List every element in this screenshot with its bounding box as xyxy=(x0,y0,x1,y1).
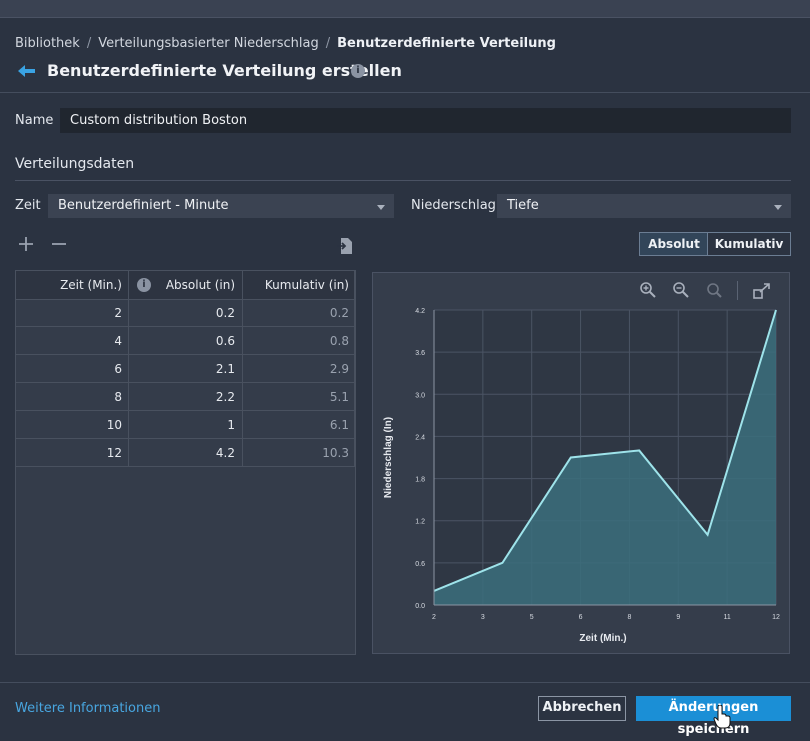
y-tick-label: 1.2 xyxy=(415,519,425,526)
y-tick-label: 0.0 xyxy=(415,603,425,610)
cell-time[interactable]: 8 xyxy=(16,390,122,404)
x-tick-label: 9 xyxy=(676,614,680,621)
toggle-absolut[interactable]: Absolut xyxy=(639,232,708,256)
chart-panel: 0.0 0.6 1.2 1.8 2.4 3.0 3.6 4.2 2 3 5 6 8 9 11 12 Zeit (… xyxy=(372,272,790,654)
precip-label: Niederschlag xyxy=(411,198,496,213)
time-select-value: Benutzerdefiniert - Minute xyxy=(58,198,229,213)
info-icon[interactable]: i xyxy=(351,64,365,78)
section-title: Verteilungsdaten xyxy=(15,156,134,172)
name-input-value: Custom distribution Boston xyxy=(70,113,247,128)
table-row[interactable]: 10 1 6.1 xyxy=(16,411,355,439)
precip-select[interactable]: Tiefe xyxy=(497,194,791,218)
x-tick-label: 6 xyxy=(579,614,583,621)
cell-absolute[interactable]: 0.6 xyxy=(128,334,235,348)
hand-cursor-icon xyxy=(713,705,731,729)
breadcrumb-separator: / xyxy=(326,36,330,51)
name-label: Name xyxy=(15,113,53,128)
window-top-strip xyxy=(0,0,810,18)
cell-absolute[interactable]: 2.2 xyxy=(128,390,235,404)
column-header-cumulative: Kumulativ (in) xyxy=(244,278,349,292)
chart-svg: 0.0 0.6 1.2 1.8 2.4 3.0 3.6 4.2 2 3 5 6 8 9 11 12 Zeit (… xyxy=(373,273,789,653)
cell-cumulative[interactable]: 5.1 xyxy=(244,390,349,404)
y-tick-label: 2.4 xyxy=(415,434,425,441)
more-info-link[interactable]: Weitere Informationen xyxy=(15,701,160,716)
time-label: Zeit xyxy=(15,198,41,213)
cell-cumulative[interactable]: 6.1 xyxy=(244,418,349,432)
cell-cumulative[interactable]: 0.8 xyxy=(244,334,349,348)
column-header-absolute: Absolut (in) xyxy=(128,278,235,292)
section-divider xyxy=(15,180,791,181)
name-input[interactable]: Custom distribution Boston xyxy=(60,108,791,133)
cell-absolute[interactable]: 4.2 xyxy=(128,446,235,460)
chevron-down-icon xyxy=(774,205,782,210)
table-row[interactable]: 8 2.2 5.1 xyxy=(16,383,355,411)
cell-time[interactable]: 6 xyxy=(16,362,122,376)
cell-cumulative[interactable]: 0.2 xyxy=(244,306,349,320)
page-title: Benutzerdefinierte Verteilung erstellen xyxy=(47,61,402,80)
y-tick-label: 3.6 xyxy=(415,350,425,357)
table-row[interactable]: 4 0.6 0.8 xyxy=(16,327,355,355)
cell-absolute[interactable]: 1 xyxy=(128,418,235,432)
toggle-kumulativ[interactable]: Kumulativ xyxy=(707,232,791,256)
footer-divider xyxy=(0,682,810,683)
cell-time[interactable]: 12 xyxy=(16,446,122,460)
precip-select-value: Tiefe xyxy=(507,198,539,213)
cell-absolute[interactable]: 2.1 xyxy=(128,362,235,376)
table-row[interactable]: 2 0.2 0.2 xyxy=(16,299,355,327)
cell-cumulative[interactable]: 10.3 xyxy=(244,446,349,460)
cell-time[interactable]: 10 xyxy=(16,418,122,432)
y-tick-label: 0.6 xyxy=(415,561,425,568)
cell-absolute[interactable]: 0.2 xyxy=(128,306,235,320)
table-row[interactable]: 6 2.1 2.9 xyxy=(16,355,355,383)
x-tick-label: 2 xyxy=(432,614,436,621)
chevron-down-icon xyxy=(377,205,385,210)
x-tick-label: 12 xyxy=(772,614,780,621)
back-arrow-icon[interactable] xyxy=(17,63,37,79)
breadcrumb-item-distribution[interactable]: Verteilungsbasierter Niederschlag xyxy=(98,36,319,51)
page-header: Bibliothek / Verteilungsbasierter Niedersc… xyxy=(0,18,810,93)
table-row[interactable]: 12 4.2 10.3 xyxy=(16,439,355,467)
y-axis-label: Niederschlag (In) xyxy=(383,417,394,498)
breadcrumb-item-library[interactable]: Bibliothek xyxy=(15,36,80,51)
x-axis-label: Zeit (Min.) xyxy=(579,633,626,644)
remove-row-icon[interactable] xyxy=(51,233,67,257)
y-tick-label: 1.8 xyxy=(415,477,425,484)
row-divider xyxy=(16,466,355,467)
column-header-time: Zeit (Min.) xyxy=(16,278,122,292)
breadcrumb-item-current: Benutzerdefinierte Verteilung xyxy=(337,36,556,51)
cell-time[interactable]: 4 xyxy=(16,334,122,348)
cancel-button[interactable]: Abbrechen xyxy=(538,696,626,721)
cell-cumulative[interactable]: 2.9 xyxy=(244,362,349,376)
x-tick-label: 8 xyxy=(627,614,631,621)
y-tick-label: 4.2 xyxy=(415,308,425,315)
add-row-icon[interactable] xyxy=(18,233,34,257)
breadcrumb-separator: / xyxy=(87,36,91,51)
breadcrumb: Bibliothek / Verteilungsbasierter Niedersc… xyxy=(15,36,556,51)
x-tick-label: 3 xyxy=(481,614,485,621)
x-tick-label: 5 xyxy=(530,614,534,621)
x-tick-label: 11 xyxy=(724,614,731,621)
data-table: Zeit (Min.) i Absolut (in) Kumulativ (in… xyxy=(15,270,356,655)
import-file-icon[interactable] xyxy=(336,236,354,260)
cell-time[interactable]: 2 xyxy=(16,306,122,320)
y-tick-label: 3.0 xyxy=(415,392,425,399)
time-select[interactable]: Benutzerdefiniert - Minute xyxy=(48,194,394,218)
